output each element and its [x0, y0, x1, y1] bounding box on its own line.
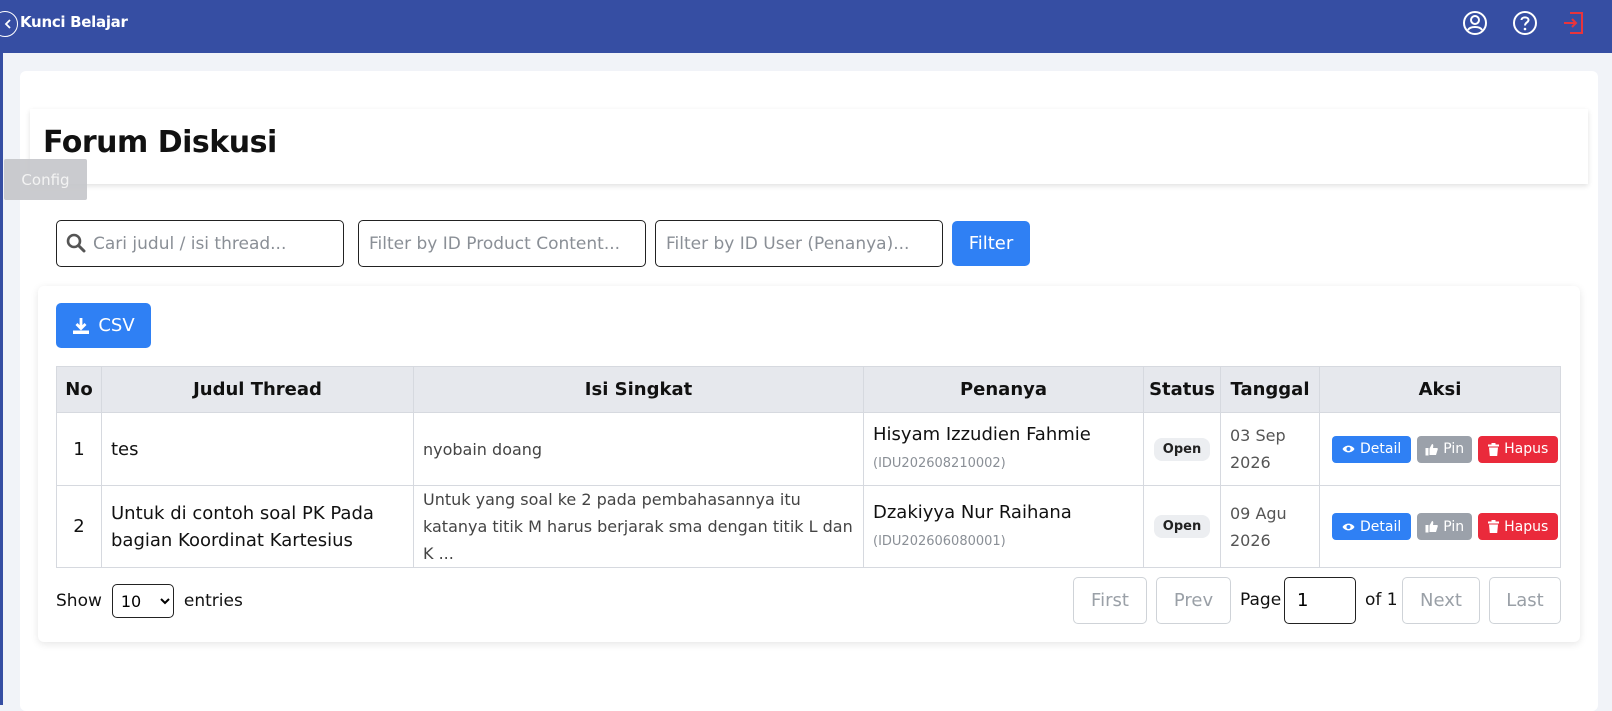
- app-title: Kunci Belajar: [20, 13, 128, 31]
- last-page-button[interactable]: Last: [1489, 577, 1561, 624]
- status-cell: Open: [1143, 485, 1221, 568]
- table-header-row: No Judul Thread Isi Singkat Penanya Stat…: [56, 366, 1561, 413]
- csv-button-label: CSV: [98, 315, 135, 336]
- eye-icon: [1342, 523, 1355, 530]
- status-badge: Open: [1153, 515, 1211, 538]
- status-badge: Open: [1153, 437, 1211, 461]
- left-accent-strip: [0, 53, 3, 705]
- column-header-status[interactable]: Status: [1143, 366, 1221, 413]
- status-cell: Open: [1143, 412, 1221, 486]
- user-id-filter-input[interactable]: [655, 220, 943, 267]
- pin-label: Pin: [1443, 441, 1465, 457]
- trash-icon: [1488, 520, 1500, 533]
- column-header-tanggal[interactable]: Tanggal: [1220, 366, 1320, 413]
- asker-name: Dzakiyya Nur Raihana: [873, 501, 1072, 523]
- actions-cell: Detail Pin Hapus: [1319, 485, 1561, 568]
- delete-label: Hapus: [1504, 441, 1549, 457]
- pin-button[interactable]: Pin: [1417, 513, 1473, 540]
- table-row: 2 Untuk di contoh soal PK Pada bagian Ko…: [56, 485, 1561, 568]
- row-number: 2: [56, 485, 102, 568]
- download-icon: [73, 317, 90, 334]
- asker-cell: Hisyam Izzudien Fahmie (IDU202608210002): [863, 412, 1144, 486]
- eye-icon: [1342, 445, 1355, 453]
- actions-cell: Detail Pin Hapus: [1319, 412, 1561, 486]
- thread-excerpt: nyobain doang: [413, 412, 864, 486]
- entries-label: entries: [183, 591, 243, 611]
- column-header-isi[interactable]: Isi Singkat: [413, 366, 864, 413]
- thread-excerpt: Untuk yang soal ke 2 pada pembahasannya …: [413, 485, 864, 568]
- entries-control: Show 10 entries: [56, 584, 243, 618]
- delete-label: Hapus: [1504, 518, 1549, 535]
- asker-cell: Dzakiyya Nur Raihana (IDU202606080001): [863, 485, 1144, 568]
- pin-label: Pin: [1443, 518, 1465, 535]
- pin-button[interactable]: Pin: [1417, 435, 1473, 463]
- delete-button[interactable]: Hapus: [1478, 435, 1559, 463]
- next-page-button[interactable]: Next: [1402, 577, 1480, 624]
- asker-name: Hisyam Izzudien Fahmie: [873, 424, 1091, 445]
- page-total-label: of 1: [1365, 590, 1398, 610]
- search-input[interactable]: [56, 220, 344, 267]
- logout-icon[interactable]: [1561, 10, 1587, 36]
- column-header-penanya[interactable]: Penanya: [863, 366, 1144, 413]
- delete-button[interactable]: Hapus: [1478, 513, 1559, 540]
- prev-page-button[interactable]: Prev: [1156, 577, 1231, 624]
- column-header-judul[interactable]: Judul Thread: [101, 366, 414, 413]
- csv-export-button[interactable]: CSV: [56, 303, 151, 348]
- back-icon[interactable]: [0, 11, 18, 37]
- search-wrapper: [56, 220, 344, 267]
- first-page-button[interactable]: First: [1073, 577, 1147, 624]
- user-circle-icon[interactable]: [1462, 10, 1488, 36]
- thumbs-up-icon: [1425, 521, 1439, 533]
- top-bar: Kunci Belajar: [0, 0, 1612, 53]
- help-circle-icon[interactable]: [1512, 10, 1538, 36]
- table-row: 1 tes nyobain doang Hisyam Izzudien Fahm…: [56, 412, 1561, 486]
- asker-user-id: (IDU202606080001): [873, 533, 1006, 549]
- product-id-filter-input[interactable]: [358, 220, 646, 267]
- detail-label: Detail: [1360, 441, 1402, 457]
- thread-title: tes: [101, 412, 414, 486]
- detail-button[interactable]: Detail: [1332, 435, 1412, 463]
- forum-thread-table: No Judul Thread Isi Singkat Penanya Stat…: [56, 366, 1561, 568]
- detail-button[interactable]: Detail: [1332, 513, 1412, 540]
- trash-icon: [1488, 442, 1500, 456]
- page-title: Forum Diskusi: [43, 125, 277, 160]
- show-label: Show: [56, 591, 102, 611]
- thread-title: Untuk di contoh soal PK Pada bagian Koor…: [101, 485, 414, 568]
- asker-user-id: (IDU202608210002): [873, 456, 1006, 471]
- entries-select[interactable]: 10: [111, 584, 174, 618]
- detail-label: Detail: [1360, 518, 1402, 535]
- thread-date: 09 Agu 2026: [1220, 485, 1320, 568]
- filter-button[interactable]: Filter: [952, 221, 1030, 266]
- thread-date: 03 Sep 2026: [1220, 412, 1320, 486]
- page-label: Page: [1240, 590, 1282, 610]
- row-number: 1: [56, 412, 102, 486]
- config-tab[interactable]: Config: [4, 159, 87, 200]
- column-header-no[interactable]: No: [56, 366, 102, 413]
- column-header-aksi: Aksi: [1319, 366, 1561, 413]
- page-number-input[interactable]: [1284, 577, 1356, 624]
- thumbs-up-icon: [1425, 443, 1439, 455]
